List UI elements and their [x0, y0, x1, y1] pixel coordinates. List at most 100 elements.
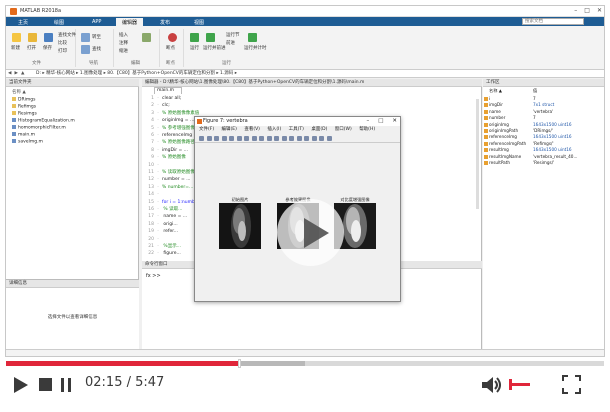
goto-label[interactable]: 转至: [92, 34, 101, 40]
file-item[interactable]: homomorphicFilter.m: [12, 125, 66, 131]
figure-tool-icon[interactable]: [274, 136, 279, 141]
breakpoint-gutter[interactable]: -: [154, 176, 162, 183]
breakpoint-gutter[interactable]: -: [154, 228, 162, 235]
command-prompt[interactable]: fx >>: [146, 273, 161, 279]
figure-menu-desktop[interactable]: 桌面(D): [311, 127, 327, 132]
tab-view[interactable]: 视图: [188, 18, 210, 26]
figure-tool-icon[interactable]: [326, 136, 332, 141]
breakpoint-gutter[interactable]: -: [154, 102, 162, 109]
forward-icon[interactable]: ▶: [14, 70, 17, 78]
figure-tool-icon[interactable]: [281, 136, 287, 141]
breakpoint-gutter[interactable]: -: [154, 139, 162, 146]
figure-menu-file[interactable]: 文件(F): [199, 127, 214, 132]
figure-maximize-icon[interactable]: □: [378, 117, 383, 126]
find-label[interactable]: 查找: [92, 46, 101, 52]
comment-label[interactable]: 注释: [119, 40, 128, 46]
breakpoint-gutter[interactable]: -: [154, 147, 162, 154]
figure-menu-insert[interactable]: 插入(I): [267, 127, 281, 132]
breakpoint-gutter[interactable]: -: [154, 243, 162, 250]
figure-menu-window[interactable]: 窗口(W): [335, 127, 352, 132]
big-play-icon[interactable]: [277, 199, 344, 266]
workspace-col-name[interactable]: 名称 ▲: [489, 88, 502, 94]
figure-tool-icon[interactable]: [296, 136, 302, 141]
figure-tool-icon[interactable]: [266, 136, 272, 141]
figure-tool-icon[interactable]: [221, 136, 227, 141]
open-folder-icon[interactable]: [28, 33, 37, 42]
figure-tool-icon[interactable]: [214, 136, 219, 141]
file-item[interactable]: main.m: [12, 132, 35, 138]
tab-publish[interactable]: 发布: [154, 18, 176, 26]
breakpoint-gutter[interactable]: -: [154, 162, 162, 169]
figure-menu-view[interactable]: 查看(V): [244, 127, 260, 132]
figure-tool-icon[interactable]: [259, 136, 264, 141]
figure-tool-icon[interactable]: [304, 136, 309, 141]
breakpoint-gutter[interactable]: -: [154, 125, 162, 132]
fx-icon[interactable]: [142, 33, 151, 42]
breakpoint-gutter[interactable]: -: [154, 95, 162, 102]
find-file-label[interactable]: 查找文件: [58, 32, 76, 38]
figure-tool-icon[interactable]: [251, 136, 257, 141]
breakpoint-gutter[interactable]: -: [154, 132, 162, 139]
stop-icon[interactable]: [39, 378, 52, 391]
figure-tool-icon[interactable]: [199, 136, 204, 141]
breakpoint-gutter[interactable]: -: [154, 206, 162, 213]
run-icon[interactable]: [190, 33, 199, 42]
breakpoint-gutter[interactable]: -: [154, 199, 162, 206]
pause-icon[interactable]: [61, 378, 71, 392]
breakpoint-gutter[interactable]: -: [154, 236, 162, 243]
back-icon[interactable]: ◀: [8, 70, 11, 78]
file-list-header[interactable]: 名称 ▲: [12, 89, 26, 95]
volume-icon[interactable]: [480, 376, 502, 394]
code-line[interactable]: 2- clc;: [142, 102, 481, 109]
file-item[interactable]: Refimgs: [12, 104, 36, 110]
workspace-variable[interactable]: number 7: [483, 115, 604, 121]
figure-menu-edit[interactable]: 编辑(E): [222, 127, 237, 132]
workspace-variable[interactable]: resultImg 1643x1500 uint16: [483, 147, 604, 153]
volume-knob[interactable]: [509, 379, 512, 390]
print-label[interactable]: 打印: [58, 48, 67, 54]
figure-close-icon[interactable]: ✕: [392, 117, 397, 126]
tab-plots[interactable]: 绘图: [48, 18, 70, 26]
breakpoint-icon[interactable]: [168, 33, 177, 42]
workspace-col-value[interactable]: 值: [533, 88, 537, 94]
breakpoint-gutter[interactable]: -: [154, 213, 162, 220]
breakpoint-gutter[interactable]: -: [154, 117, 162, 124]
breakpoint-gutter[interactable]: -: [154, 169, 162, 176]
figure-tool-icon[interactable]: [319, 136, 324, 141]
save-icon[interactable]: [44, 33, 53, 42]
workspace-variable[interactable]: referenceImg 1643x1500 uint16: [483, 134, 604, 140]
run-advance-icon[interactable]: [206, 33, 215, 42]
tab-home[interactable]: 主页: [12, 18, 34, 26]
breakpoint-gutter[interactable]: -: [154, 154, 162, 161]
figure-menu-help[interactable]: 帮助(H): [359, 127, 375, 132]
run-section-label[interactable]: 运行节: [226, 32, 240, 38]
minimize-icon[interactable]: –: [574, 7, 577, 14]
figure-menu-tools[interactable]: 工具(T): [289, 127, 304, 132]
file-item[interactable]: DRimgs: [12, 97, 35, 103]
breakpoint-gutter[interactable]: -: [154, 110, 162, 117]
file-item[interactable]: saveImg.m: [12, 139, 43, 145]
search-docs-input[interactable]: 搜索文档: [522, 18, 584, 25]
video-screen[interactable]: MATLAB R2018a – □ ✕ 主页 绘图 APP 编辑器 发布 视图 …: [5, 5, 605, 357]
figure-tool-icon[interactable]: [289, 136, 294, 141]
figure-minimize-icon[interactable]: –: [366, 117, 369, 126]
maximize-icon[interactable]: □: [584, 7, 590, 14]
workspace-variable[interactable]: originImgPath 'DRimgs/': [483, 128, 604, 134]
insert-label[interactable]: 插入: [119, 32, 128, 38]
close-icon[interactable]: ✕: [597, 7, 602, 14]
workspace-variable[interactable]: originImg 1643x1500 uint16: [483, 122, 604, 128]
up-folder-icon[interactable]: ▲: [21, 70, 24, 78]
workspace-variable[interactable]: referenceImgPath 'Refimgs/': [483, 141, 604, 147]
code-line[interactable]: 1- clear all;: [142, 95, 481, 102]
workspace-variable[interactable]: name 'vertebra': [483, 109, 604, 115]
advance-label[interactable]: 前进: [226, 40, 235, 46]
tab-editor[interactable]: 编辑器: [116, 18, 144, 26]
breakpoint-gutter[interactable]: -: [154, 191, 162, 198]
figure-tool-icon[interactable]: [229, 136, 234, 141]
file-item[interactable]: Resimgs: [12, 111, 37, 117]
figure-tool-icon[interactable]: [206, 136, 212, 141]
file-item[interactable]: HistogramEqualization.m: [12, 118, 75, 124]
editor-tab-main[interactable]: main.m: [154, 87, 182, 94]
fullscreen-icon[interactable]: [562, 375, 581, 394]
indent-label[interactable]: 缩进: [119, 48, 128, 54]
